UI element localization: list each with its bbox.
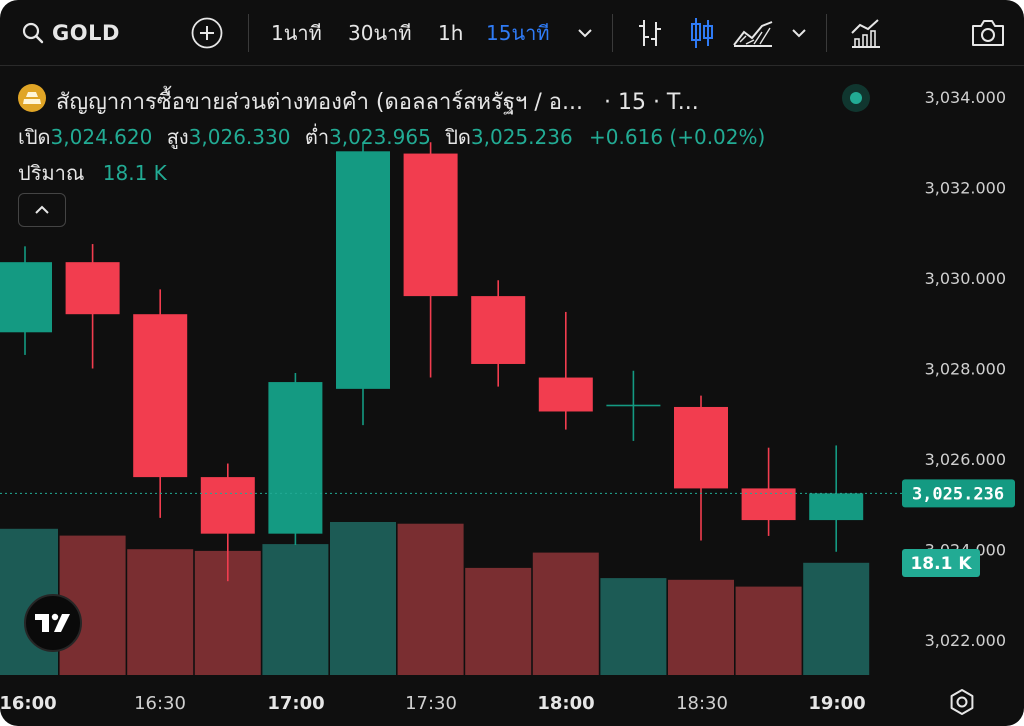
time-axis-tick-label: 17:00 (267, 693, 324, 714)
candle (606, 370, 661, 441)
candle (336, 142, 390, 426)
volume-bar (735, 586, 802, 675)
time-axis-tick-label: 16:00 (0, 693, 57, 714)
volume-bar (330, 522, 396, 675)
candle (538, 311, 593, 430)
volume-value: 18.1 K (102, 161, 167, 185)
volume-row: ปริมาณ 18.1 K (18, 157, 167, 189)
candle (674, 395, 728, 541)
high-value: 3,026.330 (188, 125, 291, 149)
candle (0, 246, 52, 355)
instrument-title-row[interactable]: สัญญาการซื้อขายส่วนต่างทองคำ (ดอลลาร์สหร… (56, 84, 699, 119)
volume-bars-layer (0, 522, 870, 675)
candle-body (65, 262, 120, 315)
candle-body (809, 493, 864, 521)
candle (809, 445, 864, 552)
candle-body (200, 477, 255, 534)
candles-layer (0, 142, 864, 582)
volume-bar (262, 544, 329, 675)
candle (471, 280, 526, 387)
volume-bar (127, 549, 194, 675)
low-value: 3,023.965 (329, 125, 431, 149)
candle (65, 244, 120, 369)
high-label: สูง (166, 125, 189, 149)
price-axis-tick-label: 3,032.000 (925, 179, 1006, 198)
candle-body (133, 314, 188, 478)
price-axis-tick-label: 3,030.000 (925, 269, 1006, 288)
time-axis-tick-label: 19:00 (808, 693, 865, 714)
change-value: +0.616 (+0.02%) (589, 125, 766, 149)
candle (133, 289, 188, 518)
instrument-title: สัญญาการซื้อขายส่วนต่างทองคำ (ดอลลาร์สหร… (56, 90, 583, 115)
low-label: ต่ำ (304, 125, 330, 149)
volume-bar (600, 578, 667, 675)
price-axis-tick-label: 3,026.000 (925, 450, 1006, 469)
candle (403, 142, 458, 378)
volume-bar (465, 567, 532, 675)
candle-body (471, 296, 526, 364)
gear-icon (950, 689, 974, 715)
candle (268, 373, 323, 545)
time-axis-tick-label: 16:30 (134, 693, 186, 714)
open-label: เปิด (18, 125, 51, 149)
market-open-indicator (842, 84, 870, 112)
volume-bar (397, 523, 464, 675)
time-axis-tick-label: 18:30 (676, 693, 728, 714)
last-price-label: 3,025.236 (912, 484, 1004, 504)
candle-body (741, 488, 796, 521)
chart-window: GOLD 1นาที 30นาที 1h 15นาที 3,034.000 3,… (0, 0, 1024, 726)
candle-body (538, 377, 593, 412)
time-axis-tick-label: 18:00 (537, 693, 594, 714)
collapse-legend-button[interactable] (18, 193, 66, 227)
open-value: 3,024.620 (50, 125, 153, 149)
volume-tag: 18.1 K (902, 549, 980, 577)
last-volume-label: 18.1 K (910, 554, 972, 574)
close-value: 3,025.236 (470, 125, 573, 149)
time-axis-tick-label: 17:30 (405, 693, 457, 714)
candle-body (268, 382, 323, 534)
candle-body (674, 406, 728, 489)
chevron-up-icon (35, 205, 49, 214)
chart-settings-button[interactable] (948, 688, 976, 720)
candle-body (0, 262, 52, 333)
gold-symbol-icon (18, 84, 46, 112)
volume-label: ปริมาณ (18, 161, 85, 185)
price-axis-tick-label: 3,034.000 (925, 88, 1006, 107)
price-axis-tick-label: 3,022.000 (925, 631, 1006, 650)
volume-bar (668, 579, 734, 675)
ohlc-row: เปิด3,024.620 สูง3,026.330 ต่ำ3,023.965 … (18, 121, 765, 153)
close-label: ปิด (445, 125, 471, 149)
candle-body (606, 404, 661, 407)
time-axis[interactable]: 16:00 16:30 17:00 17:30 18:00 18:30 19:00 (0, 693, 866, 714)
tradingview-logo[interactable] (24, 594, 82, 652)
candle-body (403, 153, 458, 297)
volume-bar (803, 562, 870, 675)
volume-bar (532, 552, 599, 675)
last-price-tag: 3,025.236 (902, 479, 1015, 508)
instrument-interval: · 15 · T... (603, 90, 699, 115)
price-axis-tick-label: 3,028.000 (925, 360, 1006, 379)
candle (741, 447, 796, 536)
tradingview-icon (35, 613, 70, 632)
candle-body (336, 151, 390, 389)
